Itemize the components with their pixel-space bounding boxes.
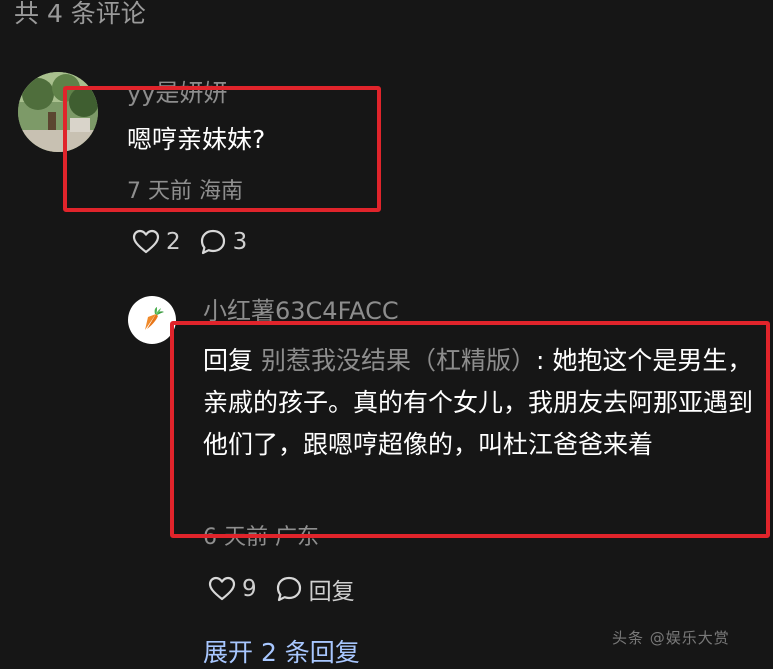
- comment-page: 共 4 条评论 yy是妍妍 嗯哼亲妹妹? 7 天前 海南 2 3 小红薯63C4…: [0, 0, 773, 669]
- comment-bubble-icon: [200, 229, 225, 255]
- comment-meta: 7 天前 海南: [127, 179, 243, 204]
- reply-separator: :: [535, 346, 553, 375]
- expand-replies-link[interactable]: 展开 2 条回复: [203, 636, 360, 669]
- comment-text: 嗯哼亲妹妹?: [127, 125, 266, 154]
- reply-actions: 9 回复: [208, 572, 355, 606]
- reply-avatar[interactable]: [128, 296, 176, 344]
- carrot-icon: [145, 307, 164, 330]
- reply-prefix: 回复: [203, 346, 254, 375]
- comment-actions: 2 3: [132, 228, 247, 256]
- avatar[interactable]: [18, 72, 98, 152]
- comment-username[interactable]: yy是妍妍: [127, 78, 227, 108]
- watermark: 头条 @娱乐大赏: [612, 629, 730, 647]
- reply-button-label: 回复: [308, 579, 355, 605]
- comment-count: 共 4 条评论: [14, 0, 146, 28]
- reply-count: 3: [232, 229, 248, 255]
- heart-icon: [132, 229, 160, 254]
- like-button[interactable]: 2: [132, 229, 181, 255]
- reply-like-button[interactable]: 9: [208, 576, 257, 602]
- avatar-photo-image: [18, 72, 98, 152]
- reply-username[interactable]: 小红薯63C4FACC: [203, 296, 399, 326]
- reply-text: 回复 别惹我没结果（杠精版）: 她抱这个是男生，亲戚的孩子。真的有个女儿，我朋友…: [203, 340, 759, 466]
- reply-target-user[interactable]: 别惹我没结果（杠精版）: [261, 346, 536, 375]
- reply-count-button[interactable]: 3: [199, 228, 248, 256]
- heart-icon: [208, 576, 236, 601]
- reply-button[interactable]: 回复: [275, 572, 355, 606]
- reply-like-count: 9: [242, 576, 257, 602]
- reply-meta: 6 天前 广东: [203, 525, 319, 550]
- like-count: 2: [166, 229, 181, 255]
- comment-bubble-icon: [276, 576, 301, 602]
